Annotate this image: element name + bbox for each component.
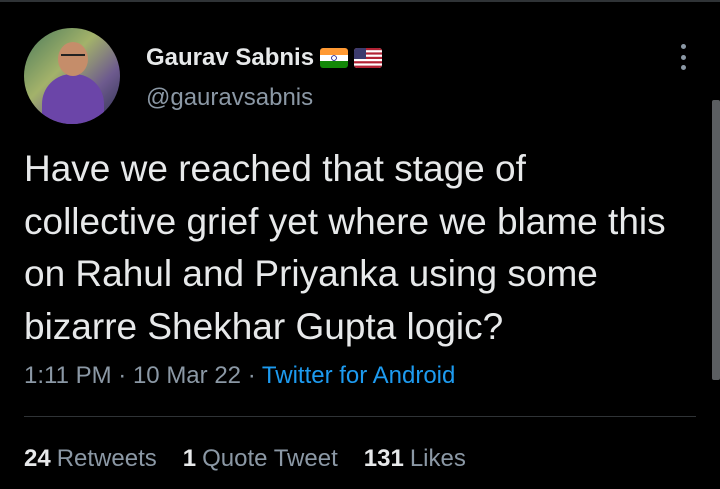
author-info: Gaurav Sabnis @gauravsabnis	[146, 44, 383, 112]
meta-separator: ·	[247, 362, 256, 389]
more-options-icon[interactable]	[680, 44, 686, 70]
retweets-label: Retweets	[56, 445, 157, 472]
likes-stat[interactable]: 131 Likes	[364, 445, 466, 473]
avatar[interactable]	[24, 28, 120, 124]
likes-label: Likes	[409, 445, 466, 472]
top-border	[0, 0, 720, 2]
retweets-stat[interactable]: 24 Retweets	[24, 445, 157, 473]
display-name[interactable]: Gaurav Sabnis	[146, 44, 314, 72]
scrollbar[interactable]	[712, 100, 720, 380]
india-flag-icon	[320, 48, 349, 68]
quotes-count: 1	[182, 445, 197, 472]
tweet-meta: 1:11 PM · 10 Mar 22 · Twitter for Androi…	[24, 362, 455, 390]
avatar-shirt	[42, 74, 104, 124]
meta-separator: ·	[118, 362, 127, 389]
handle[interactable]: @gauravsabnis	[146, 84, 382, 112]
avatar-glasses	[61, 54, 85, 61]
divider	[24, 416, 696, 417]
tweet-stats: 24 Retweets 1 Quote Tweet 131 Likes	[24, 445, 492, 473]
quote-tweets-stat[interactable]: 1 Quote Tweet	[183, 445, 338, 473]
tweet-text: Have we reached that stage of collective…	[24, 148, 666, 347]
tweet-header: Gaurav Sabnis @gauravsabnis	[24, 28, 383, 124]
tweet-time[interactable]: 1:11 PM	[24, 362, 112, 389]
name-row: Gaurav Sabnis	[146, 44, 383, 72]
tweet-source[interactable]: Twitter for Android	[262, 362, 455, 389]
likes-count: 131	[363, 445, 404, 472]
retweets-count: 24	[24, 445, 51, 472]
quotes-label: Quote Tweet	[202, 445, 338, 472]
tweet-date[interactable]: 10 Mar 22	[133, 362, 241, 389]
usa-flag-icon	[354, 48, 383, 68]
